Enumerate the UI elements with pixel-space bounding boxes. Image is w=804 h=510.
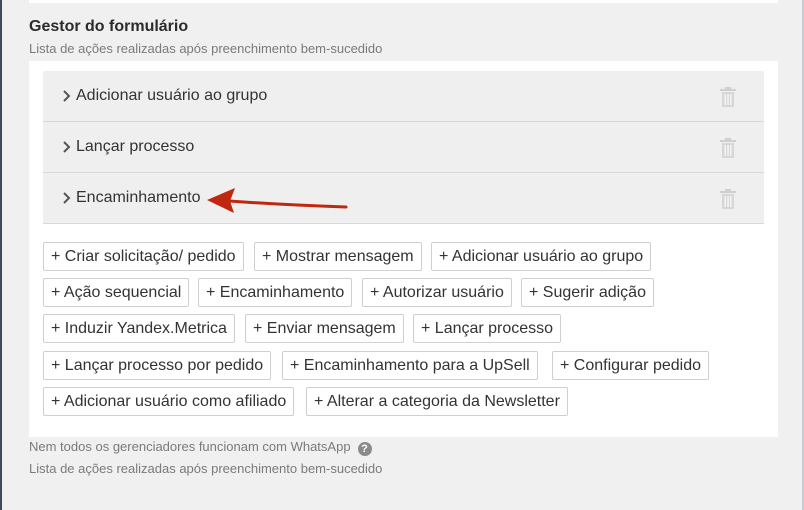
add-change-newsletter-category-button[interactable]: + Alterar a categoria da Newsletter [306,387,568,416]
section-subtitle: Lista de ações realizadas após preenchim… [29,41,383,56]
add-yandex-metrica-button[interactable]: + Induzir Yandex.Metrica [43,314,235,343]
form-manager-panel: Adicionar usuário ao grupo Lançar proces… [29,61,778,437]
add-send-message-button[interactable]: + Enviar mensagem [245,314,404,343]
footer-subtitle: Lista de ações realizadas após preenchim… [29,461,383,476]
action-label: Adicionar usuário ao grupo [76,87,268,104]
chevron-right-icon [63,192,71,204]
add-launch-process-button[interactable]: + Lançar processo [413,314,562,343]
add-sequential-action-button[interactable]: + Ação sequencial [43,278,190,307]
chevron-right-icon [63,90,71,102]
add-launch-process-by-order-button[interactable]: + Lançar processo por pedido [43,351,272,380]
previous-section-card [29,0,778,3]
action-row-launch-process[interactable]: Lançar processo [43,122,764,173]
actions-list: Adicionar usuário ao grupo Lançar proces… [43,71,764,224]
action-row-forwarding[interactable]: Encaminhamento [43,173,764,224]
add-configure-order-button[interactable]: + Configurar pedido [552,351,709,380]
add-forward-to-upsell-button[interactable]: + Encaminhamento para a UpSell [282,351,538,380]
note-text: Nem todos os gerenciadores funcionam com… [29,439,351,454]
whatsapp-note: Nem todos os gerenciadores funcionam com… [29,439,372,456]
trash-icon[interactable] [719,87,737,107]
add-user-to-group-button[interactable]: + Adicionar usuário ao grupo [431,242,652,271]
add-suggest-addition-button[interactable]: + Sugerir adição [521,278,654,307]
add-create-request-button[interactable]: + Criar solicitação/ pedido [43,242,244,271]
add-user-as-affiliate-button[interactable]: + Adicionar usuário como afiliado [43,387,295,416]
action-row-add-user-to-group[interactable]: Adicionar usuário ao grupo [43,71,764,122]
add-forwarding-button[interactable]: + Encaminhamento [198,278,353,307]
action-label: Lançar processo [76,138,195,155]
add-show-message-button[interactable]: + Mostrar mensagem [254,242,422,271]
question-circle-icon[interactable]: ? [357,442,372,456]
action-label: Encaminhamento [76,189,201,206]
chevron-right-icon [63,141,71,153]
trash-icon[interactable] [719,189,737,209]
add-authorize-user-button[interactable]: + Autorizar usuário [362,278,512,307]
window-left-border [0,0,2,510]
red-arrow-icon [207,188,348,213]
trash-icon[interactable] [719,138,737,158]
section-title: Gestor do formulário [29,18,189,35]
